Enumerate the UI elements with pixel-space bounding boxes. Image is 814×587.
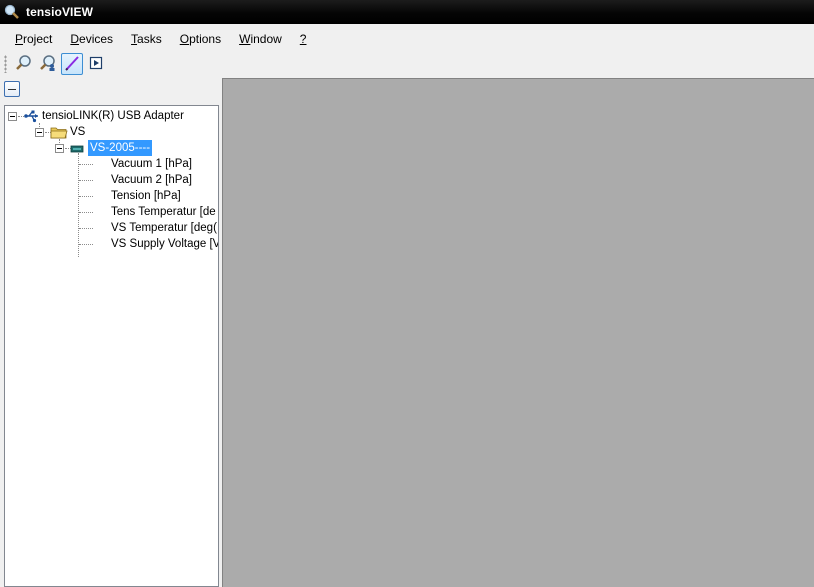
menu-project[interactable]: Project	[12, 30, 55, 48]
tree-node-label: Vacuum 2 [hPa]	[111, 174, 192, 186]
pen-icon	[64, 55, 80, 74]
tree-connector	[78, 153, 79, 257]
mdi-workspace[interactable]	[222, 78, 814, 587]
pen-button[interactable]	[61, 53, 83, 75]
toolbar	[0, 51, 814, 77]
device-icon	[70, 143, 84, 159]
collapse-icon[interactable]	[55, 144, 64, 153]
title-bar[interactable]: tensioVIEW	[0, 0, 814, 24]
zoom-user-icon	[39, 54, 57, 75]
device-tree[interactable]: tensioLINK(R) USB Adapter VS VS-2005----…	[4, 105, 219, 587]
tree-node-label: Vacuum 1 [hPa]	[111, 158, 192, 170]
tree-node-label: Tens Temperatur [de	[111, 206, 216, 218]
tree-node-label: VS Supply Voltage [V	[111, 238, 219, 250]
collapse-icon[interactable]	[35, 128, 44, 137]
window-title: tensioVIEW	[26, 5, 94, 19]
zoom-icon	[15, 54, 33, 75]
tree-node-label: tensioLINK(R) USB Adapter	[42, 110, 184, 122]
zoom-user-button[interactable]	[37, 53, 59, 75]
device-panel: tensioLINK(R) USB Adapter VS VS-2005----…	[0, 78, 219, 587]
menu-tasks[interactable]: Tasks	[128, 30, 165, 48]
tree-node-label: VS	[70, 126, 86, 138]
toolbar-grip[interactable]	[4, 55, 7, 73]
usb-icon	[24, 108, 40, 129]
menu-devices[interactable]: Devices	[67, 30, 116, 48]
tree-node-label: Tension [hPa]	[111, 190, 181, 202]
export-button[interactable]	[85, 53, 107, 75]
app-icon	[4, 4, 20, 20]
tree-node-label: VS Temperatur [deg(	[111, 222, 217, 234]
folder-icon	[50, 124, 68, 145]
tree-connector	[79, 180, 93, 181]
tree-connector	[79, 164, 93, 165]
collapse-all-button[interactable]	[4, 81, 20, 97]
menu-options[interactable]: Options	[177, 30, 224, 48]
tree-connector	[79, 228, 93, 229]
collapse-icon[interactable]	[8, 112, 17, 121]
menu-bar: Project Devices Tasks Options Window ?	[0, 28, 814, 50]
tree-node-label-selected: VS-2005----	[88, 140, 153, 156]
zoom-button[interactable]	[13, 53, 35, 75]
tree-connector	[79, 196, 93, 197]
tree-connector	[79, 244, 93, 245]
tree-connector	[79, 212, 93, 213]
export-icon	[88, 55, 104, 74]
menu-window[interactable]: Window	[236, 30, 285, 48]
menu-help[interactable]: ?	[297, 30, 310, 48]
